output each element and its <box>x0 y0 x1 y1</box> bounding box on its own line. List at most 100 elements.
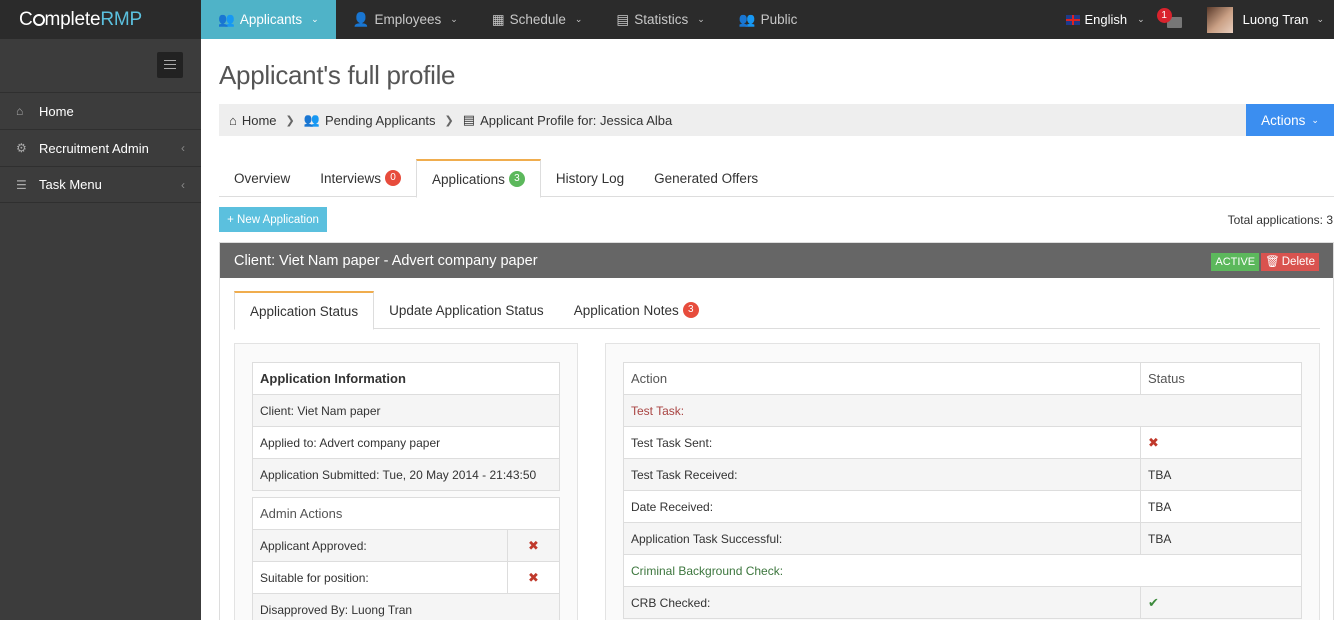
suitable-position-label: Suitable for position: <box>252 561 508 594</box>
breadcrumb-pending-applicants[interactable]: 👥 Pending Applicants <box>304 112 436 128</box>
language-selector[interactable]: English ⌄ <box>1066 12 1145 27</box>
tab-application-notes[interactable]: Application Notes 3 <box>559 291 714 329</box>
tab-generated-offers[interactable]: Generated Offers <box>639 159 773 197</box>
notifications-count-badge: 1 <box>1156 7 1172 23</box>
chevron-left-icon: ‹ <box>181 177 185 192</box>
application-panel-header: Client: Viet Nam paper - Advert company … <box>220 243 1333 278</box>
brand-text-rmp: RMP <box>100 9 142 30</box>
hamburger-icon-line <box>164 60 176 61</box>
breadcrumb-pending-label: Pending Applicants <box>324 112 436 128</box>
date-received-status: TBA <box>1140 490 1302 523</box>
gear-icon: ⚙ <box>16 141 27 155</box>
nav-statistics[interactable]: ▤ Statistics ⌄ <box>599 0 721 39</box>
admin-actions-heading: Admin Actions <box>252 497 560 530</box>
tab-update-label: Update Application Status <box>389 302 544 318</box>
breadcrumb-home[interactable]: ⌂ Home <box>229 113 277 128</box>
brand-text-mplete: mplete <box>44 9 101 30</box>
tab-application-status[interactable]: Application Status <box>234 291 375 330</box>
tab-update-application-status[interactable]: Update Application Status <box>374 291 559 329</box>
home-icon: ⌂ <box>229 112 237 128</box>
tab-application-status-label: Application Status <box>250 303 359 319</box>
breadcrumb-current-label: Applicant Profile for: Jessica Alba <box>480 112 673 128</box>
breadcrumb: ⌂ Home ❯ 👥 Pending Applicants ❯ ▤ Applic… <box>219 104 1334 136</box>
sidebar-item-home[interactable]: ⌂ Home <box>0 92 201 129</box>
tab-overview-label: Overview <box>234 170 291 186</box>
nav-public[interactable]: 👥 Public <box>722 0 815 39</box>
application-submitted: Application Submitted: Tue, 20 May 2014 … <box>252 458 560 491</box>
chevron-down-icon: ⌄ <box>450 14 458 24</box>
breadcrumb-current: ▤ Applicant Profile for: Jessica Alba <box>463 112 673 128</box>
chevron-down-icon: ⌄ <box>697 14 705 24</box>
top-navbar: CmpleteRMP 👥 Applicants ⌄ 👤 Employees ⌄ … <box>0 0 1334 39</box>
delete-button[interactable]: 🗑 Delete <box>1261 253 1319 271</box>
sidebar-toggle-button[interactable] <box>157 52 183 78</box>
tab-interviews-label: Interviews <box>320 170 382 186</box>
disapproved-by: Disapproved By: Luong Tran <box>252 593 560 620</box>
application-client-title: Client: Viet Nam paper - Advert company … <box>234 252 538 269</box>
section-test-task: Test Task: <box>623 394 1302 427</box>
applicant-approved-label: Applicant Approved: <box>252 529 508 562</box>
application-panel: Client: Viet Nam paper - Advert company … <box>219 242 1334 620</box>
sidebar-item-recruitment-admin[interactable]: ⚙ Recruitment Admin ‹ <box>0 129 201 166</box>
user-icon: 👤 <box>352 12 370 27</box>
nav-applicants[interactable]: 👥 Applicants ⌄ <box>201 0 336 39</box>
status-badge: ACTIVE <box>1211 253 1260 271</box>
column-header-action: Action <box>623 362 1141 395</box>
status-table: Action Status Test Task: Test Task Sent:… <box>623 362 1302 619</box>
actions-button-label: Actions <box>1261 112 1306 128</box>
application-client: Client: Viet Nam paper <box>252 394 560 427</box>
cross-icon: ✖ <box>528 569 539 585</box>
brand-logo[interactable]: CmpleteRMP <box>0 0 201 39</box>
chevron-down-icon: ⌄ <box>311 14 319 24</box>
chevron-right-icon: ❯ <box>285 114 295 127</box>
application-info-table: Application Information Client: Viet Nam… <box>252 362 560 491</box>
application-info-column: Application Information Client: Viet Nam… <box>234 343 578 620</box>
column-header-status: Status <box>1140 362 1302 395</box>
brand-text-c: C <box>19 9 33 30</box>
section-criminal-background-check: Criminal Background Check: <box>623 554 1302 587</box>
application-task-successful-label: Application Task Successful: <box>623 522 1141 555</box>
hamburger-icon-line <box>164 64 176 65</box>
chevron-down-icon: ⌄ <box>574 14 583 24</box>
application-inner-tabs: Application Status Update Application St… <box>234 291 1320 330</box>
nav-public-label: Public <box>760 12 798 27</box>
application-task-successful-status: TBA <box>1140 522 1302 555</box>
test-task-sent-label: Test Task Sent: <box>623 426 1141 459</box>
chevron-left-icon: ‹ <box>181 141 185 155</box>
tab-interviews[interactable]: Interviews 0 <box>305 159 416 197</box>
admin-actions-table: Admin Actions Applicant Approved: ✖ Suita… <box>252 497 560 620</box>
uk-flag-icon <box>1066 14 1081 25</box>
sidebar-item-task-menu[interactable]: ☰ Task Menu ‹ <box>0 166 201 203</box>
nav-statistics-label: Statistics <box>634 12 689 27</box>
total-applications: Total applications: 3 <box>1227 213 1333 227</box>
test-task-received-status: TBA <box>1140 458 1302 491</box>
home-icon: ⌂ <box>16 104 24 118</box>
nav-employees[interactable]: 👤 Employees ⌄ <box>336 0 475 39</box>
users-icon: 👥 <box>738 12 756 27</box>
tab-offers-label: Generated Offers <box>654 170 759 186</box>
delete-button-label: Delete <box>1281 256 1315 268</box>
new-application-button[interactable]: + New Application <box>219 207 327 232</box>
tab-applications[interactable]: Applications 3 <box>416 159 541 198</box>
tab-applications-label: Applications <box>432 171 505 187</box>
notes-count-badge: 3 <box>682 302 699 318</box>
trash-icon: 🗑 <box>1265 256 1280 268</box>
main-nav: 👥 Applicants ⌄ 👤 Employees ⌄ ▦ Schedule … <box>201 0 814 39</box>
chevron-right-icon: ❯ <box>444 114 454 127</box>
sidebar: ⌂ Home ⚙ Recruitment Admin ‹ ☰ Task Menu… <box>0 39 201 620</box>
interviews-count-badge: 0 <box>385 170 402 186</box>
sidebar-item-label: Task Menu <box>39 177 102 192</box>
actions-button[interactable]: Actions ⌄ <box>1246 104 1334 136</box>
language-label: English <box>1084 12 1128 27</box>
user-menu[interactable]: Luong Tran ⌄ <box>1206 6 1324 33</box>
notifications-button[interactable]: 1 <box>1156 7 1183 30</box>
list-icon: ☰ <box>16 177 27 192</box>
tab-history-log[interactable]: History Log <box>541 159 639 197</box>
sidebar-item-label: Home <box>39 103 74 119</box>
bar-chart-icon: ▤ <box>616 12 630 27</box>
nav-schedule[interactable]: ▦ Schedule ⌄ <box>475 0 600 39</box>
calendar-icon: ▦ <box>491 12 505 27</box>
nav-schedule-label: Schedule <box>509 12 566 27</box>
applications-count-badge: 3 <box>508 171 525 187</box>
tab-overview[interactable]: Overview <box>219 159 305 197</box>
